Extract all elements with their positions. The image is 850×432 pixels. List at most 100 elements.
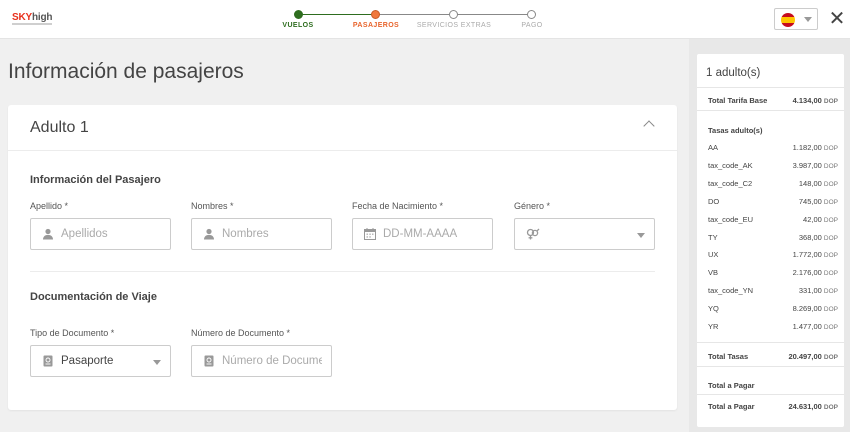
tax-amount: 8.269,00 (792, 304, 822, 314)
tax-code: AA (708, 143, 719, 152)
summary-divider (697, 87, 844, 88)
stepper-line-3 (454, 14, 532, 15)
page-title: Información de pasajeros (8, 60, 244, 83)
currency: DOP (823, 252, 838, 260)
nombres-input[interactable]: Nombres (191, 218, 332, 250)
tax-row: tax_code_EU 42,00 DOP (706, 212, 838, 226)
tipo-documento-select[interactable]: Pasaporte (30, 345, 171, 377)
tax-amount: 1.182,00 (792, 143, 822, 152)
logo-sky-text: SKY (12, 12, 32, 23)
currency: DOP (823, 288, 838, 296)
language-selector[interactable] (774, 8, 818, 30)
currency: DOP (823, 145, 838, 152)
step-label-pasajeros[interactable]: PASAJEROS (353, 22, 399, 29)
tax-code: tax_code_AK (708, 160, 753, 170)
step-dot-vuelos[interactable] (294, 10, 303, 19)
step-dot-pasajeros[interactable] (371, 10, 380, 19)
tax-code: TY (708, 232, 718, 242)
tax-row: UX 1.772,00 DOP (706, 247, 838, 261)
step-dot-servicios-extras[interactable] (449, 10, 458, 19)
tipo-documento-label: Tipo de Documento * (30, 328, 115, 338)
tax-row: VB 2.176,00 DOP (706, 265, 838, 279)
total-to-pay-row: Total a Pagar 24.631,00 DOP (706, 399, 838, 413)
tax-amount: 2.176,00 (792, 268, 822, 278)
tax-row: TY 368,00 DOP (706, 230, 838, 244)
tax-amount-wrap: 1.477,00 DOP (793, 322, 838, 331)
fecha-nacimiento-placeholder: DD-MM-AAAA (383, 228, 458, 240)
currency: DOP (823, 324, 838, 331)
card-header[interactable]: Adulto 1 (8, 105, 677, 151)
fecha-nacimiento-input[interactable]: DD-MM-AAAA (352, 218, 493, 250)
numero-documento-input[interactable]: Número de Documento (191, 345, 332, 377)
chevron-down-icon (153, 360, 161, 365)
tax-amount: 745,00 (798, 196, 822, 206)
tax-amount: 42,00 (803, 214, 822, 224)
passport-icon (204, 355, 214, 367)
tipo-documento-value: Pasaporte (61, 355, 114, 367)
tax-code: tax_code_YN (708, 286, 754, 296)
numero-documento-placeholder: Número de Documento (222, 355, 322, 367)
logo-high-text: high (31, 12, 53, 23)
tax-row: tax_code_AK 3.987,00 DOP (706, 158, 838, 172)
tax-row: YQ 8.269,00 DOP (706, 301, 838, 315)
travel-docs-heading: Documentación de Viaje (30, 291, 157, 303)
tax-code: YR (708, 322, 719, 331)
genero-select[interactable] (514, 218, 655, 250)
currency: DOP (823, 162, 838, 170)
step-label-servicios-extras[interactable]: SERVICIOS EXTRAS (417, 22, 491, 29)
tax-amount-wrap: 331,00 DOP (799, 286, 838, 295)
step-dot-pago[interactable] (527, 10, 536, 19)
calendar-icon (364, 228, 376, 240)
tax-amount-wrap: 1.772,00 DOP (793, 250, 838, 259)
tax-amount-wrap: 3.987,00 DOP (793, 161, 838, 170)
currency: DOP (823, 270, 838, 278)
total-taxes-label: Total Tasas (708, 352, 749, 361)
passenger-card-adulto-1: Adulto 1 Información del Pasajero Apelli… (8, 105, 677, 410)
tax-row: YR 1.477,00 DOP (706, 319, 838, 333)
tax-code: UX (708, 250, 719, 260)
to-pay-heading: Total a Pagar (708, 381, 755, 390)
fecha-nacimiento-label: Fecha de Nacimiento * (352, 201, 444, 211)
booking-stepper: VUELOS PASAJEROS SERVICIOS EXTRAS PAGO (270, 7, 570, 33)
currency: DOP (823, 354, 838, 361)
summary-divider (697, 342, 844, 343)
total-taxes-amount: 20.497,00 (788, 352, 822, 361)
tax-amount: 368,00 (798, 232, 822, 242)
base-fare-amount: 4.134,00 (792, 96, 822, 105)
currency: DOP (823, 216, 838, 224)
close-button[interactable]: ✕ (826, 8, 848, 30)
nombres-placeholder: Nombres (222, 228, 269, 240)
nombres-label: Nombres * (191, 201, 234, 211)
summary-title: 1 adulto(s) (706, 67, 761, 79)
base-fare-amount-wrap: 4.134,00 DOP (793, 96, 838, 105)
chevron-up-icon[interactable] (643, 120, 655, 132)
logo-underline (12, 23, 52, 25)
taxes-heading: Tasas adulto(s) (708, 126, 763, 135)
tax-row: AA 1.182,00 DOP (706, 140, 838, 154)
skyhigh-logo[interactable]: SKYhigh (12, 13, 52, 23)
apellido-input[interactable]: Apellidos (30, 218, 171, 250)
person-icon (43, 228, 53, 240)
tax-amount: 331,00 (798, 286, 822, 296)
genero-label: Género * (514, 201, 551, 211)
tax-amount: 148,00 (798, 178, 822, 188)
total-to-pay-label: Total a Pagar (708, 402, 755, 411)
tax-amount: 1.772,00 (792, 250, 822, 260)
currency: DOP (823, 306, 838, 314)
tax-amount-wrap: 8.269,00 DOP (793, 304, 838, 313)
stepper-line-1 (298, 14, 376, 15)
currency: DOP (823, 98, 838, 105)
currency: DOP (823, 404, 838, 411)
step-label-pago[interactable]: PAGO (521, 22, 542, 29)
tax-code: YQ (708, 304, 719, 314)
card-title: Adulto 1 (30, 119, 89, 136)
tax-code: tax_code_EU (708, 214, 754, 224)
summary-divider (697, 366, 844, 367)
step-label-vuelos[interactable]: VUELOS (282, 22, 313, 29)
tax-amount-wrap: 1.182,00 DOP (793, 143, 838, 152)
gender-icon (526, 228, 540, 240)
currency: DOP (823, 198, 838, 206)
apellido-placeholder: Apellidos (61, 228, 108, 240)
tax-row: tax_code_C2 148,00 DOP (706, 176, 838, 190)
tax-amount-wrap: 2.176,00 DOP (793, 268, 838, 277)
